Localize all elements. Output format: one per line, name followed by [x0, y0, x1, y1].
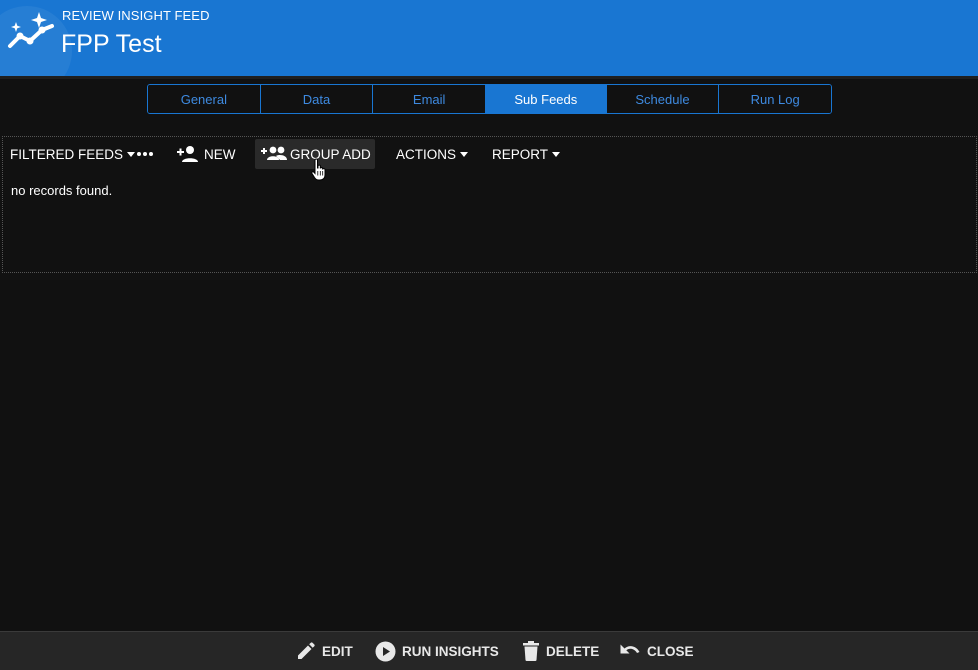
page-subtitle: REVIEW INSIGHT FEED: [62, 8, 210, 23]
tab-run-log[interactable]: Run Log: [719, 85, 831, 113]
list-toolbar: FILTERED FEEDS NEW GROUP ADD ACTIONS REP…: [3, 137, 976, 171]
header-divider: [0, 76, 978, 79]
tab-email[interactable]: Email: [373, 85, 487, 113]
actions-dropdown[interactable]: ACTIONS: [396, 139, 469, 169]
edit-button[interactable]: EDIT: [296, 632, 353, 670]
sub-feeds-panel: FILTERED FEEDS NEW GROUP ADD ACTIONS REP…: [2, 136, 977, 273]
undo-icon: [620, 644, 640, 654]
close-label: CLOSE: [647, 643, 694, 659]
edit-label: EDIT: [322, 643, 353, 659]
more-horiz-icon: [137, 152, 153, 156]
filtered-feeds-dropdown[interactable]: FILTERED FEEDS: [10, 139, 136, 169]
insights-icon: [8, 12, 54, 48]
tab-general[interactable]: General: [148, 85, 261, 113]
caret-down-icon: [127, 152, 136, 157]
run-insights-button[interactable]: RUN INSIGHTS: [375, 632, 499, 670]
group-add-icon: [261, 146, 287, 160]
report-dropdown[interactable]: REPORT: [492, 139, 561, 169]
new-label: NEW: [204, 146, 236, 162]
delete-button[interactable]: DELETE: [522, 632, 599, 670]
delete-label: DELETE: [546, 643, 600, 659]
actions-label: ACTIONS: [396, 146, 457, 162]
run-insights-label: RUN INSIGHTS: [402, 643, 499, 659]
empty-list-message: no records found.: [11, 183, 113, 198]
filtered-feeds-label: FILTERED FEEDS: [10, 146, 124, 162]
trash-icon: [523, 641, 539, 661]
tab-schedule[interactable]: Schedule: [606, 85, 720, 113]
hand-cursor-icon: [311, 158, 326, 181]
caret-down-icon: [460, 152, 469, 157]
group-add-label: GROUP ADD: [290, 146, 371, 162]
play-circle-icon: [375, 641, 396, 661]
caret-down-icon: [552, 152, 561, 157]
tab-sub-feeds[interactable]: Sub Feeds: [486, 85, 607, 113]
person-add-icon: [177, 146, 198, 162]
report-label: REPORT: [492, 146, 549, 162]
page-title: FPP Test: [61, 30, 162, 58]
app-header: REVIEW INSIGHT FEED FPP Test: [0, 0, 978, 76]
tab-bar: General Data Email Sub Feeds Schedule Ru…: [147, 84, 832, 114]
close-button[interactable]: CLOSE: [619, 632, 694, 670]
tab-data[interactable]: Data: [260, 85, 374, 113]
more-options-button[interactable]: [136, 139, 154, 169]
footer-action-bar: EDIT RUN INSIGHTS DELETE CLOSE: [0, 631, 978, 670]
pencil-icon: [298, 642, 315, 659]
new-button[interactable]: NEW: [176, 139, 236, 169]
